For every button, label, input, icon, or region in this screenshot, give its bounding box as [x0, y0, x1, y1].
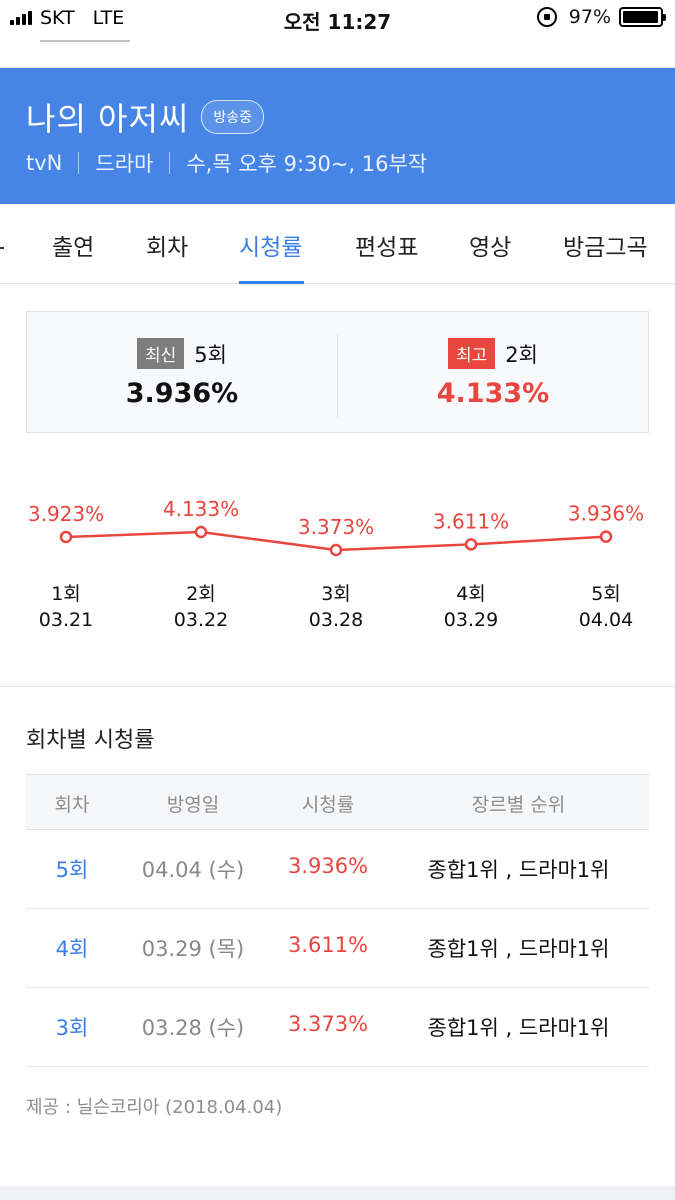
status-right: 97% [536, 6, 666, 28]
ratings-line-chart: 3.923% 1회 03.21 4.133% 2회 03.22 3.373% 3회 03.28 3… [0, 470, 675, 660]
table-row: 4회 03.29 (목) 3.611% 종합1위 , 드라마1위 [26, 909, 649, 988]
row-rating: 3.936% [287, 854, 369, 878]
on-air-badge: 방송중 [201, 100, 265, 134]
x-tick-date: 03.22 [174, 609, 228, 631]
data-label: 3.936% [568, 502, 644, 526]
data-label: 3.373% [298, 515, 374, 539]
data-point[interactable] [194, 525, 208, 539]
best-label: 최고 2회 [338, 338, 648, 369]
status-left: SKT LTE [10, 7, 124, 29]
table-header: 회차 방영일 시청률 장르별 순위 [26, 774, 649, 830]
channel-name[interactable]: tvN [26, 151, 62, 175]
row-episode-link[interactable]: 5회 [26, 854, 118, 884]
schedule-label: 수,목 오후 9:30~, 16부작 [186, 152, 428, 176]
program-header: 나의 아저씨 방송중 tvN 드라마 수,목 오후 9:30~, 16부작 [0, 68, 675, 204]
best-episode: 2회 [505, 342, 538, 367]
battery-icon [619, 7, 666, 27]
section-divider [0, 686, 675, 687]
meta-divider [169, 152, 171, 174]
best-tag: 최고 [448, 338, 496, 369]
x-tick-episode: 5회 [591, 583, 621, 605]
data-point[interactable] [329, 543, 343, 557]
data-label: 3.611% [433, 509, 509, 533]
ratings-chart-svg: 3.923% 1회 03.21 4.133% 2회 03.22 3.373% 3회 03.28 3… [28, 497, 644, 631]
tab-ratings[interactable]: 시청률 [239, 228, 302, 262]
status-bar: SKT LTE 오전 11:27 97% [0, 0, 675, 38]
tab-bar: 출연 회차 시청률 편성표 영상 방금그곡 [0, 204, 675, 284]
row-rating: 3.611% [287, 933, 369, 957]
collapsed-search-bar [0, 36, 675, 68]
title-row: 나의 아저씨 방송중 [26, 94, 265, 140]
bottom-strip [0, 1186, 675, 1200]
best-rating: 최고 2회 4.133% [338, 312, 648, 432]
row-date: 03.29 (목) [141, 937, 245, 961]
program-meta: tvN 드라마 수,목 오후 9:30~, 16부작 [26, 148, 427, 178]
table-row: 3회 03.28 (수) 3.373% 종합1위 , 드라마1위 [26, 988, 649, 1067]
tab-episodes[interactable]: 회차 [146, 228, 188, 262]
row-date: 04.04 (수) [141, 858, 245, 882]
genre-label: 드라마 [95, 152, 154, 176]
row-rank: 종합1위 , 드라마1위 [427, 937, 610, 961]
x-tick-date: 04.04 [579, 609, 633, 631]
latest-label: 최신 5회 [27, 338, 337, 369]
x-tick-date: 03.29 [444, 609, 498, 631]
tab-music[interactable]: 방금그곡 [563, 228, 648, 262]
x-tick-date: 03.28 [309, 609, 363, 631]
col-episode: 회차 [54, 794, 90, 816]
data-label: 4.133% [163, 497, 239, 521]
x-tick-date: 03.21 [39, 609, 93, 631]
row-rating: 3.373% [287, 1012, 369, 1036]
table-row: 5회 04.04 (수) 3.936% 종합1위 , 드라마1위 [26, 830, 649, 909]
x-tick-episode: 3회 [321, 583, 351, 605]
ratings-summary: 최신 5회 3.936% 최고 2회 4.133% [26, 311, 649, 433]
latest-tag: 최신 [137, 338, 185, 369]
search-bar-edge [40, 36, 130, 42]
battery-percent: 97% [568, 6, 611, 28]
episode-ratings-title: 회차별 시청률 [26, 728, 155, 753]
latest-rating: 최신 5회 3.936% [27, 312, 337, 432]
signal-strength-icon [10, 11, 32, 25]
data-source-note: 제공 : 닐슨코리아 (2018.04.04) [26, 1097, 283, 1118]
tab-scroll-edge [0, 247, 4, 249]
data-point[interactable] [59, 530, 73, 544]
col-date: 방영일 [166, 794, 220, 816]
tab-cast[interactable]: 출연 [52, 228, 94, 262]
data-label: 3.923% [28, 502, 104, 526]
row-episode-link[interactable]: 3회 [26, 1012, 118, 1042]
latest-value: 3.936% [125, 378, 239, 409]
tab-schedule[interactable]: 편성표 [355, 228, 418, 262]
row-date: 03.28 (수) [141, 1016, 245, 1040]
best-value: 4.133% [436, 378, 550, 409]
battery-fill [623, 11, 658, 23]
rotation-lock-icon [536, 7, 557, 27]
episode-ratings-table: 회차 방영일 시청률 장르별 순위 5회 04.04 (수) 3.936% 종합… [26, 774, 649, 1067]
x-tick-episode: 4회 [456, 583, 486, 605]
program-title[interactable]: 나의 아저씨 [26, 94, 189, 140]
col-rank: 장르별 순위 [471, 794, 566, 816]
col-rating: 시청률 [301, 794, 355, 816]
network-type: LTE [92, 7, 125, 29]
carrier-name: SKT [40, 7, 75, 29]
tab-videos[interactable]: 영상 [469, 228, 511, 262]
row-episode-link[interactable]: 4회 [26, 933, 118, 963]
latest-episode: 5회 [194, 342, 227, 367]
data-point[interactable] [599, 530, 613, 543]
row-rank: 종합1위 , 드라마1위 [427, 858, 610, 882]
data-point[interactable] [464, 538, 478, 551]
row-rank: 종합1위 , 드라마1위 [427, 1016, 610, 1040]
meta-divider [78, 152, 80, 174]
x-tick-episode: 2회 [186, 583, 216, 605]
x-tick-episode: 1회 [51, 583, 81, 605]
active-tab-indicator [239, 281, 304, 284]
